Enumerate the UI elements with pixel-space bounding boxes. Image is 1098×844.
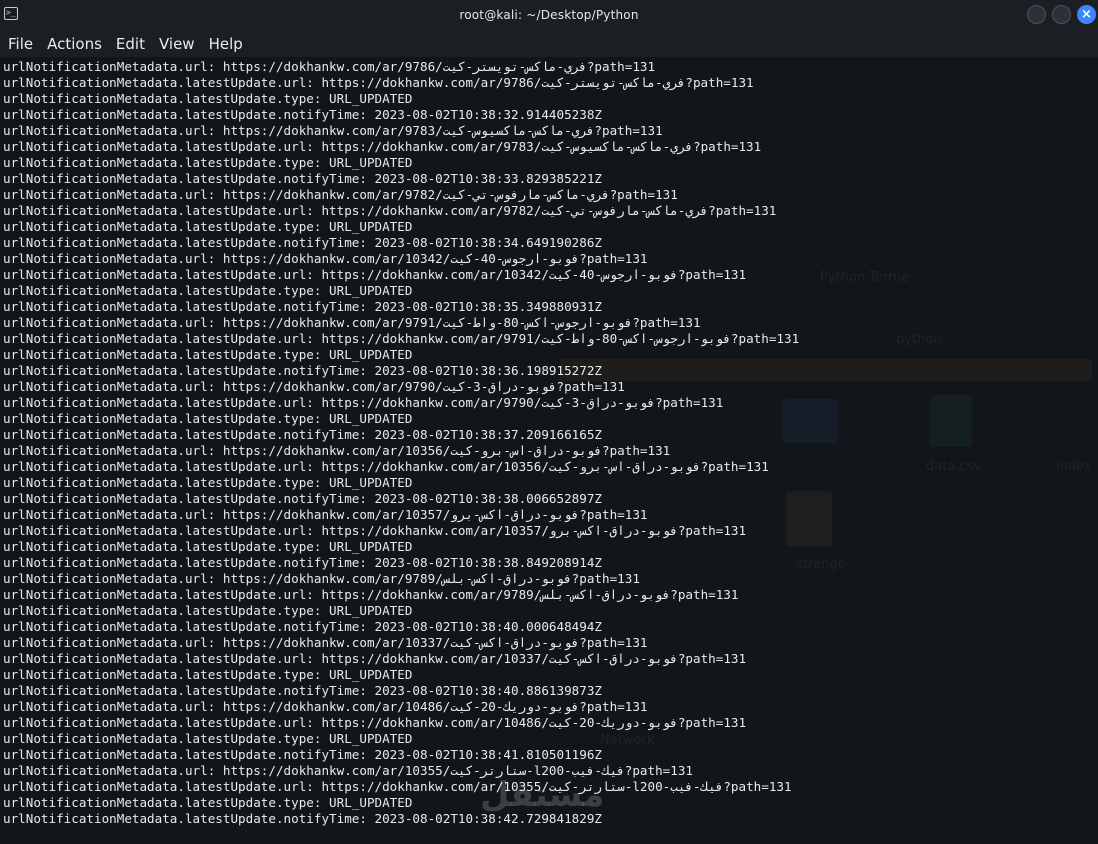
terminal-line: urlNotificationMetadata.latestUpdate.url…	[3, 331, 800, 346]
terminal-line: urlNotificationMetadata.url: https://dok…	[3, 379, 625, 394]
close-button[interactable]: ×	[1077, 5, 1096, 24]
background-text-1: Python Terroe	[820, 270, 910, 285]
terminal-line: urlNotificationMetadata.latestUpdate.typ…	[3, 91, 413, 106]
menu-view[interactable]: View	[153, 35, 203, 53]
background-file-icon	[930, 395, 972, 447]
terminal-line: urlNotificationMetadata.url: https://dok…	[3, 571, 640, 586]
terminal-line: urlNotificationMetadata.latestUpdate.not…	[3, 107, 602, 122]
terminal-line: urlNotificationMetadata.latestUpdate.not…	[3, 555, 602, 570]
terminal-line: urlNotificationMetadata.latestUpdate.not…	[3, 235, 602, 250]
background-text-2: python	[896, 332, 942, 347]
menu-file[interactable]: File	[0, 35, 41, 53]
background-text-5: strange-	[796, 557, 851, 572]
minimize-button[interactable]	[1027, 5, 1046, 24]
terminal-line: urlNotificationMetadata.url: https://dok…	[3, 507, 648, 522]
terminal-line: urlNotificationMetadata.latestUpdate.not…	[3, 363, 602, 378]
watermark-logo: مستقل	[480, 775, 605, 815]
terminal-line: urlNotificationMetadata.latestUpdate.typ…	[3, 731, 413, 746]
terminal-line: urlNotificationMetadata.latestUpdate.typ…	[3, 539, 413, 554]
terminal-line: urlNotificationMetadata.latestUpdate.not…	[3, 683, 602, 698]
terminal-line: urlNotificationMetadata.latestUpdate.typ…	[3, 603, 413, 618]
terminal-line: urlNotificationMetadata.latestUpdate.url…	[3, 139, 762, 154]
window-controls: ×	[1027, 5, 1096, 24]
terminal-line: urlNotificationMetadata.latestUpdate.url…	[3, 779, 792, 794]
terminal-line: urlNotificationMetadata.latestUpdate.typ…	[3, 667, 413, 682]
menu-help[interactable]: Help	[203, 35, 251, 53]
terminal-line: urlNotificationMetadata.latestUpdate.url…	[3, 523, 747, 538]
terminal-line: urlNotificationMetadata.latestUpdate.not…	[3, 491, 602, 506]
terminal-line: urlNotificationMetadata.latestUpdate.url…	[3, 395, 724, 410]
terminal-line: urlNotificationMetadata.latestUpdate.typ…	[3, 155, 413, 170]
terminal-line: urlNotificationMetadata.latestUpdate.not…	[3, 171, 602, 186]
window-title: root@kali: ~/Desktop/Python	[459, 8, 639, 22]
terminal-line: urlNotificationMetadata.latestUpdate.typ…	[3, 795, 413, 810]
maximize-button[interactable]	[1052, 5, 1071, 24]
background-text-4: index	[1056, 459, 1092, 474]
terminal-line: urlNotificationMetadata.latestUpdate.not…	[3, 747, 602, 762]
terminal-line: urlNotificationMetadata.url: https://dok…	[3, 443, 671, 458]
terminal-line: urlNotificationMetadata.url: https://dok…	[3, 315, 701, 330]
background-text-3: data.csv	[926, 459, 982, 474]
terminal-lines: urlNotificationMetadata.url: https://dok…	[3, 59, 799, 827]
terminal-scrollbar[interactable]	[1092, 57, 1098, 844]
terminal-line: urlNotificationMetadata.latestUpdate.url…	[3, 267, 747, 282]
terminal-line: urlNotificationMetadata.url: https://dok…	[3, 635, 648, 650]
terminal-line: urlNotificationMetadata.url: https://dok…	[3, 251, 648, 266]
terminal-line: urlNotificationMetadata.url: https://dok…	[3, 699, 648, 714]
terminal-line: urlNotificationMetadata.latestUpdate.url…	[3, 75, 754, 90]
terminal-line: urlNotificationMetadata.latestUpdate.url…	[3, 587, 739, 602]
terminal-line: urlNotificationMetadata.latestUpdate.typ…	[3, 347, 413, 362]
terminal-output[interactable]: Python Terroe python data.csv index stra…	[0, 57, 1098, 844]
terminal-line: urlNotificationMetadata.latestUpdate.typ…	[3, 283, 413, 298]
terminal-line: urlNotificationMetadata.latestUpdate.typ…	[3, 475, 413, 490]
terminal-line: urlNotificationMetadata.latestUpdate.not…	[3, 427, 602, 442]
menu-edit[interactable]: Edit	[110, 35, 153, 53]
menu-actions[interactable]: Actions	[41, 35, 110, 53]
terminal-line: urlNotificationMetadata.url: https://dok…	[3, 187, 678, 202]
terminal-line: urlNotificationMetadata.latestUpdate.url…	[3, 715, 747, 730]
terminal-line: urlNotificationMetadata.url: https://dok…	[3, 59, 656, 74]
terminal-line: urlNotificationMetadata.url: https://dok…	[3, 123, 663, 138]
terminal-line: urlNotificationMetadata.latestUpdate.not…	[3, 299, 602, 314]
terminal-icon[interactable]: >_	[4, 7, 18, 20]
terminal-line: urlNotificationMetadata.latestUpdate.typ…	[3, 411, 413, 426]
terminal-line: urlNotificationMetadata.latestUpdate.url…	[3, 203, 777, 218]
terminal-line: urlNotificationMetadata.latestUpdate.typ…	[3, 219, 413, 234]
terminal-line: urlNotificationMetadata.latestUpdate.not…	[3, 811, 602, 826]
terminal-line: urlNotificationMetadata.url: https://dok…	[3, 763, 693, 778]
terminal-line: urlNotificationMetadata.latestUpdate.url…	[3, 651, 747, 666]
terminal-line: urlNotificationMetadata.latestUpdate.url…	[3, 459, 769, 474]
menu-bar: File Actions Edit View Help	[0, 30, 1098, 57]
title-bar: >_ root@kali: ~/Desktop/Python ×	[0, 0, 1098, 30]
terminal-line: urlNotificationMetadata.latestUpdate.not…	[3, 619, 602, 634]
